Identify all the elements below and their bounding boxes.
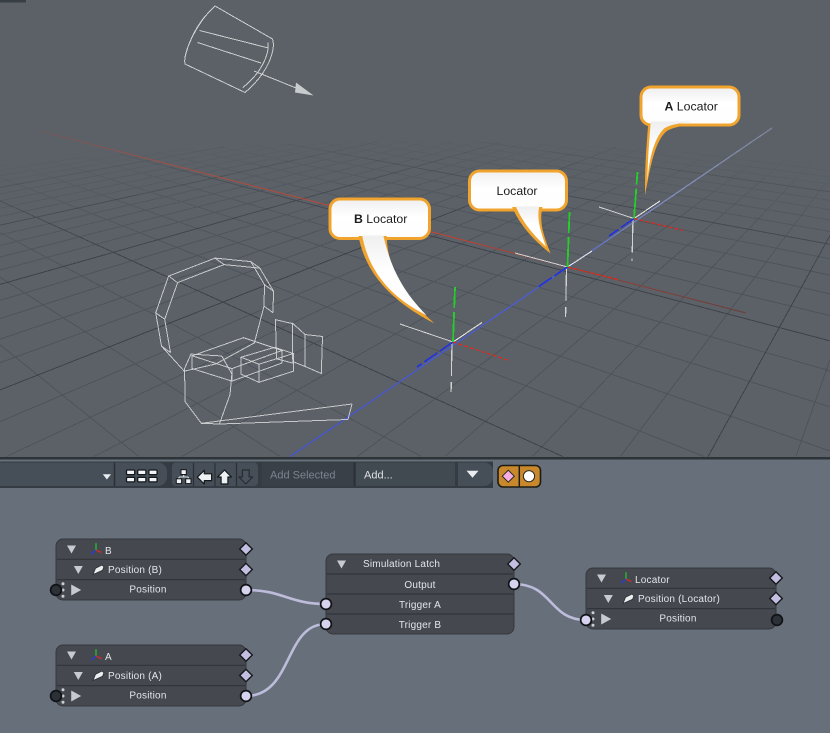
- svg-text:Position (B): Position (B): [108, 565, 162, 576]
- svg-text:Position (A): Position (A): [108, 671, 162, 682]
- svg-text:Output: Output: [404, 580, 435, 591]
- svg-text:A: A: [105, 652, 112, 663]
- svg-text:Locator: Locator: [497, 184, 538, 198]
- svg-text:Simulation Latch: Simulation Latch: [363, 559, 440, 570]
- svg-text:Trigger B: Trigger B: [399, 620, 442, 631]
- svg-text:B: B: [105, 546, 112, 557]
- svg-text:Trigger A: Trigger A: [399, 600, 441, 611]
- svg-text:B Locator: B Locator: [354, 212, 407, 226]
- svg-text:Locator: Locator: [635, 575, 670, 586]
- svg-text:Add Selected: Add Selected: [270, 470, 335, 482]
- svg-text:Position: Position: [659, 614, 696, 625]
- svg-text:Add...: Add...: [364, 470, 393, 482]
- svg-text:Position: Position: [129, 691, 166, 702]
- svg-text:Position (Locator): Position (Locator): [638, 594, 720, 605]
- svg-text:A Locator: A Locator: [665, 100, 718, 114]
- svg-text:Position: Position: [129, 585, 166, 596]
